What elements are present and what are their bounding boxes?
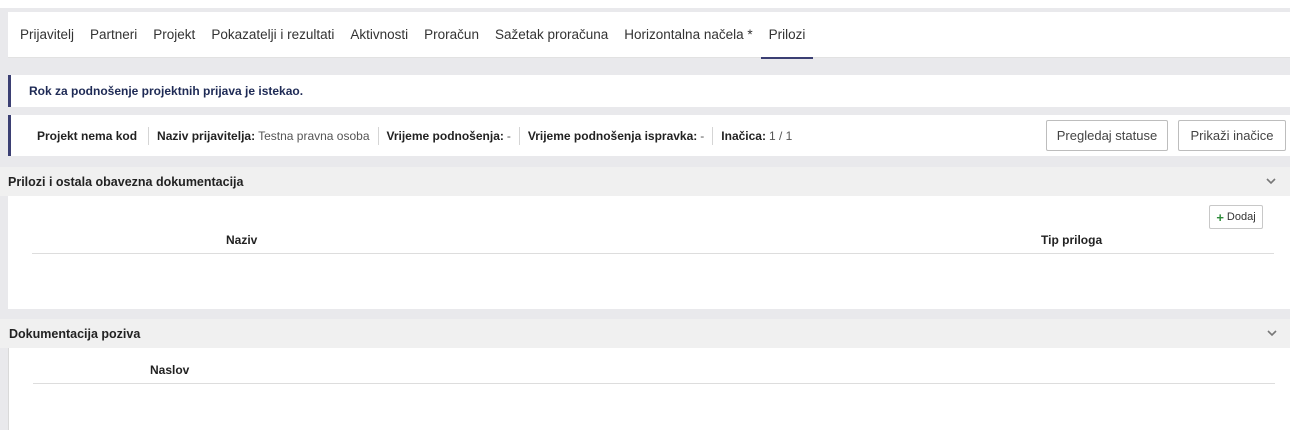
tab-prilozi[interactable]: Prilozi [760,12,814,59]
tab-projekt[interactable]: Projekt [153,12,195,58]
top-strip [0,0,1290,8]
show-versions-button[interactable]: Prikaži inačice [1178,120,1286,151]
attachments-panel-title: Prilozi i ostala obavezna dokumentacija [8,174,244,189]
tab-prijavitelj[interactable]: Prijavitelj [20,12,74,58]
call-documentation-panel: Dokumentacija poziva Naslov [0,319,1290,430]
column-header-naziv[interactable]: Naziv [226,233,257,247]
submit-time-label: Vrijeme podnošenja: [386,128,504,143]
tab-horizontalna-nacela[interactable]: Horizontalna načela * [624,12,752,58]
divider [712,126,714,145]
project-info-bar: Projekt nema kod Naziv prijavitelja: Tes… [8,115,1290,156]
tab-pokazatelji[interactable]: Pokazatelji i rezultati [211,12,334,58]
chevron-down-icon[interactable] [1266,176,1276,186]
submit-time-value: - [506,128,511,143]
correction-time-label: Vrijeme podnošenja ispravka: [527,128,698,143]
deadline-notice: Rok za podnošenje projektnih prijava je … [8,75,1290,107]
call-documentation-panel-title: Dokumentacija poziva [9,326,141,341]
attachments-table-header: Naziv Tip priloga [32,230,1274,254]
tab-proracun[interactable]: Proračun [424,12,479,58]
correction-time-info: Vrijeme podnošenja ispravka: - [528,129,704,143]
column-header-naslov[interactable]: Naslov [150,363,189,377]
attachments-panel-header[interactable]: Prilozi i ostala obavezna dokumentacija [0,167,1290,196]
deadline-notice-text: Rok za podnošenje projektnih prijava je … [29,84,304,98]
chevron-down-icon[interactable] [1267,328,1277,338]
version-info: Inačica: 1 / 1 [721,129,792,143]
add-attachment-label: Dodaj [1226,211,1256,223]
divider [518,126,520,145]
version-label: Inačica: [721,128,766,143]
call-documentation-table-header: Naslov [33,360,1275,384]
correction-time-value: - [700,128,705,143]
call-documentation-panel-header[interactable]: Dokumentacija poziva [0,319,1290,348]
attachments-panel: Prilozi i ostala obavezna dokumentacija … [0,167,1290,309]
add-attachment-button[interactable]: + Dodaj [1209,205,1263,229]
project-code-text: Projekt nema kod [37,128,138,143]
tab-partneri[interactable]: Partneri [90,12,137,58]
project-code: Projekt nema kod [37,129,140,143]
applicant-label: Naziv prijavitelja: [157,128,256,143]
column-header-tip-priloga[interactable]: Tip priloga [1041,233,1102,247]
tab-aktivnosti[interactable]: Aktivnosti [350,12,408,58]
plus-icon: + [1216,209,1224,225]
divider [148,126,150,145]
view-statuses-button[interactable]: Pregledaj statuse [1046,120,1168,151]
tab-bar: Prijavitelj Partneri Projekt Pokazatelji… [8,12,1290,59]
applicant-info: Naziv prijavitelja: Testna pravna osoba [157,129,369,143]
version-value: 1 / 1 [768,128,793,143]
divider [377,126,379,145]
applicant-value: Testna pravna osoba [258,128,370,143]
tab-sazetak-proracuna[interactable]: Sažetak proračuna [495,12,608,58]
submit-time-info: Vrijeme podnošenja: - [387,129,511,143]
